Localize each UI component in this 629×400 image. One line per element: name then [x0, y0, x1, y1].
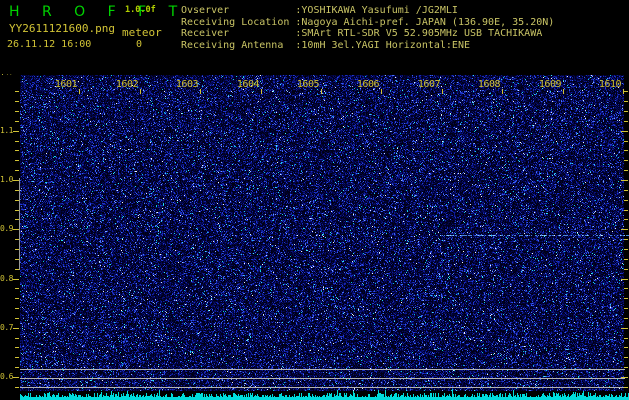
- time-tick-label-1607: 1607: [417, 79, 441, 90]
- app-version: 1.0.0f: [125, 5, 156, 15]
- freq-tick-label-1.0: 1.0: [0, 175, 13, 184]
- freq-tick-label-1.1: 1.1: [0, 126, 13, 135]
- receiver-line: Receiver :SMArt RTL-SDR V5 52.905MHz USB…: [181, 28, 543, 39]
- freq-tick-label-0.6: 0.6: [0, 372, 13, 381]
- time-tick-label-1609: 1609: [538, 79, 562, 90]
- receiving-location-line: Receiving Location :Nagoya Aichi-pref. J…: [181, 16, 555, 28]
- time-tick-label-1602: 1602: [115, 79, 139, 90]
- time-tick-label-1608: 1608: [477, 79, 501, 90]
- freq-tick-label-0.8: 0.8: [0, 274, 13, 283]
- time-tick-label-1603: 1603: [175, 79, 199, 90]
- hrofft-output-window: H R O F F T 1.0.0f YY2611121600.png mete…: [0, 0, 629, 400]
- time-tick-label-1604: 1604: [236, 79, 260, 90]
- time-tick-label-1606: 1606: [356, 79, 380, 90]
- station-info-block: Ovserver :YOSHIKAWA Yasufumi /JG2MLI Rec…: [181, 5, 554, 51]
- time-tick-label-1605: 1605: [296, 79, 320, 90]
- observation-datetime: 26.11.12 16:00: [7, 39, 92, 50]
- receiving-antenna-line: Receiving Antenna :10mH 3el.YAGI Horizon…: [181, 39, 470, 51]
- time-tick-label-1601: 1601: [54, 79, 78, 90]
- meteor-count: 0: [135, 39, 143, 50]
- output-filename: YY2611121600.png: [9, 22, 115, 35]
- freq-tick-label-0.9: 0.9: [0, 224, 13, 233]
- spectrogram-canvas: [0, 75, 629, 400]
- time-tick-label-1610: 1610: [598, 79, 622, 90]
- observer-line: Ovserver :YOSHIKAWA Yasufumi /JG2MLI: [181, 5, 458, 16]
- mode-label: meteor: [122, 26, 162, 39]
- freq-tick-label-0.7: 0.7: [0, 323, 13, 332]
- app-title: H R O F F T: [9, 4, 187, 20]
